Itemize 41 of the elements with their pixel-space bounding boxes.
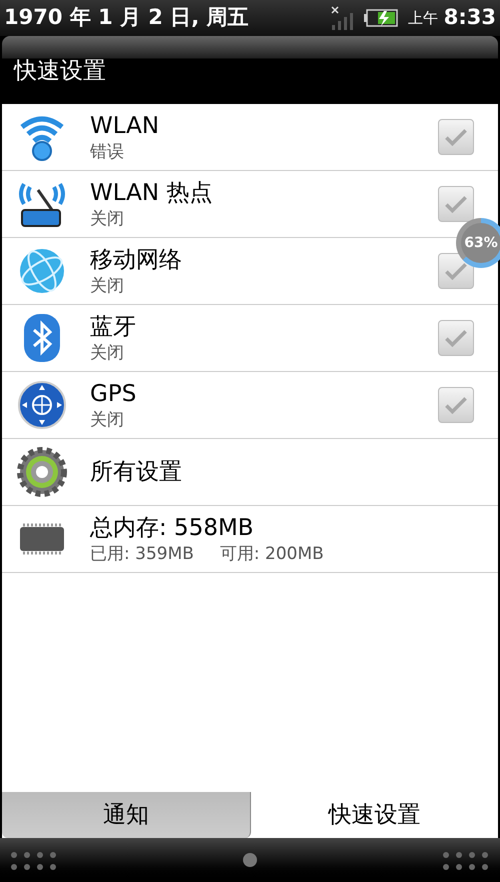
row-title: WLAN 热点 xyxy=(90,179,214,208)
checkbox[interactable] xyxy=(438,320,474,356)
memory-used: 已用: 359MB xyxy=(90,543,194,565)
row-status: 关闭 xyxy=(90,275,125,297)
checkmark-icon xyxy=(444,396,468,414)
settings-row[interactable]: WLAN 错误 xyxy=(2,104,498,171)
status-date: 1970 年 1 月 2 日, 周五 xyxy=(4,4,249,32)
grip-dots-icon xyxy=(442,850,490,870)
settings-row[interactable]: 蓝牙 关闭 xyxy=(2,305,498,372)
signal-icon xyxy=(330,5,354,31)
settings-row[interactable]: GPS 关闭 xyxy=(2,372,498,439)
row-status: 关闭 xyxy=(90,342,125,364)
checkmark-icon xyxy=(444,262,468,280)
memory-free: 可用: 200MB xyxy=(220,543,324,565)
row-status: 错误 xyxy=(90,141,125,163)
status-am-pm: 上午 xyxy=(408,8,438,29)
row-title: 蓝牙 xyxy=(90,313,137,342)
gps-icon xyxy=(16,379,68,431)
header-title: 快速设置 xyxy=(14,56,106,86)
checkmark-icon xyxy=(444,329,468,347)
checkbox[interactable] xyxy=(438,186,474,222)
row-status: 关闭 xyxy=(90,409,125,431)
row-title: WLAN xyxy=(90,112,160,141)
row-title: GPS xyxy=(90,380,138,409)
checkmark-icon xyxy=(444,195,468,213)
row-title: 所有设置 xyxy=(90,458,183,487)
row-title: 移动网络 xyxy=(90,246,183,275)
home-dot-icon[interactable] xyxy=(242,852,258,868)
status-time: 8:33 xyxy=(444,4,496,32)
battery-charging-icon xyxy=(364,9,398,27)
settings-row[interactable]: 所有设置 xyxy=(2,439,498,506)
row-status: 关闭 xyxy=(90,208,125,230)
grip-dots-icon xyxy=(10,850,58,870)
checkbox[interactable] xyxy=(438,387,474,423)
checkmark-icon xyxy=(444,128,468,146)
tab[interactable]: 通知 xyxy=(2,792,250,838)
checkbox[interactable] xyxy=(438,253,474,289)
row-title: 总内存: 558MB xyxy=(90,514,255,543)
settings-row[interactable]: 总内存: 558MB 已用: 359MB 可用: 200MB xyxy=(2,506,498,573)
gear-icon xyxy=(16,446,68,498)
checkbox[interactable] xyxy=(438,119,474,155)
